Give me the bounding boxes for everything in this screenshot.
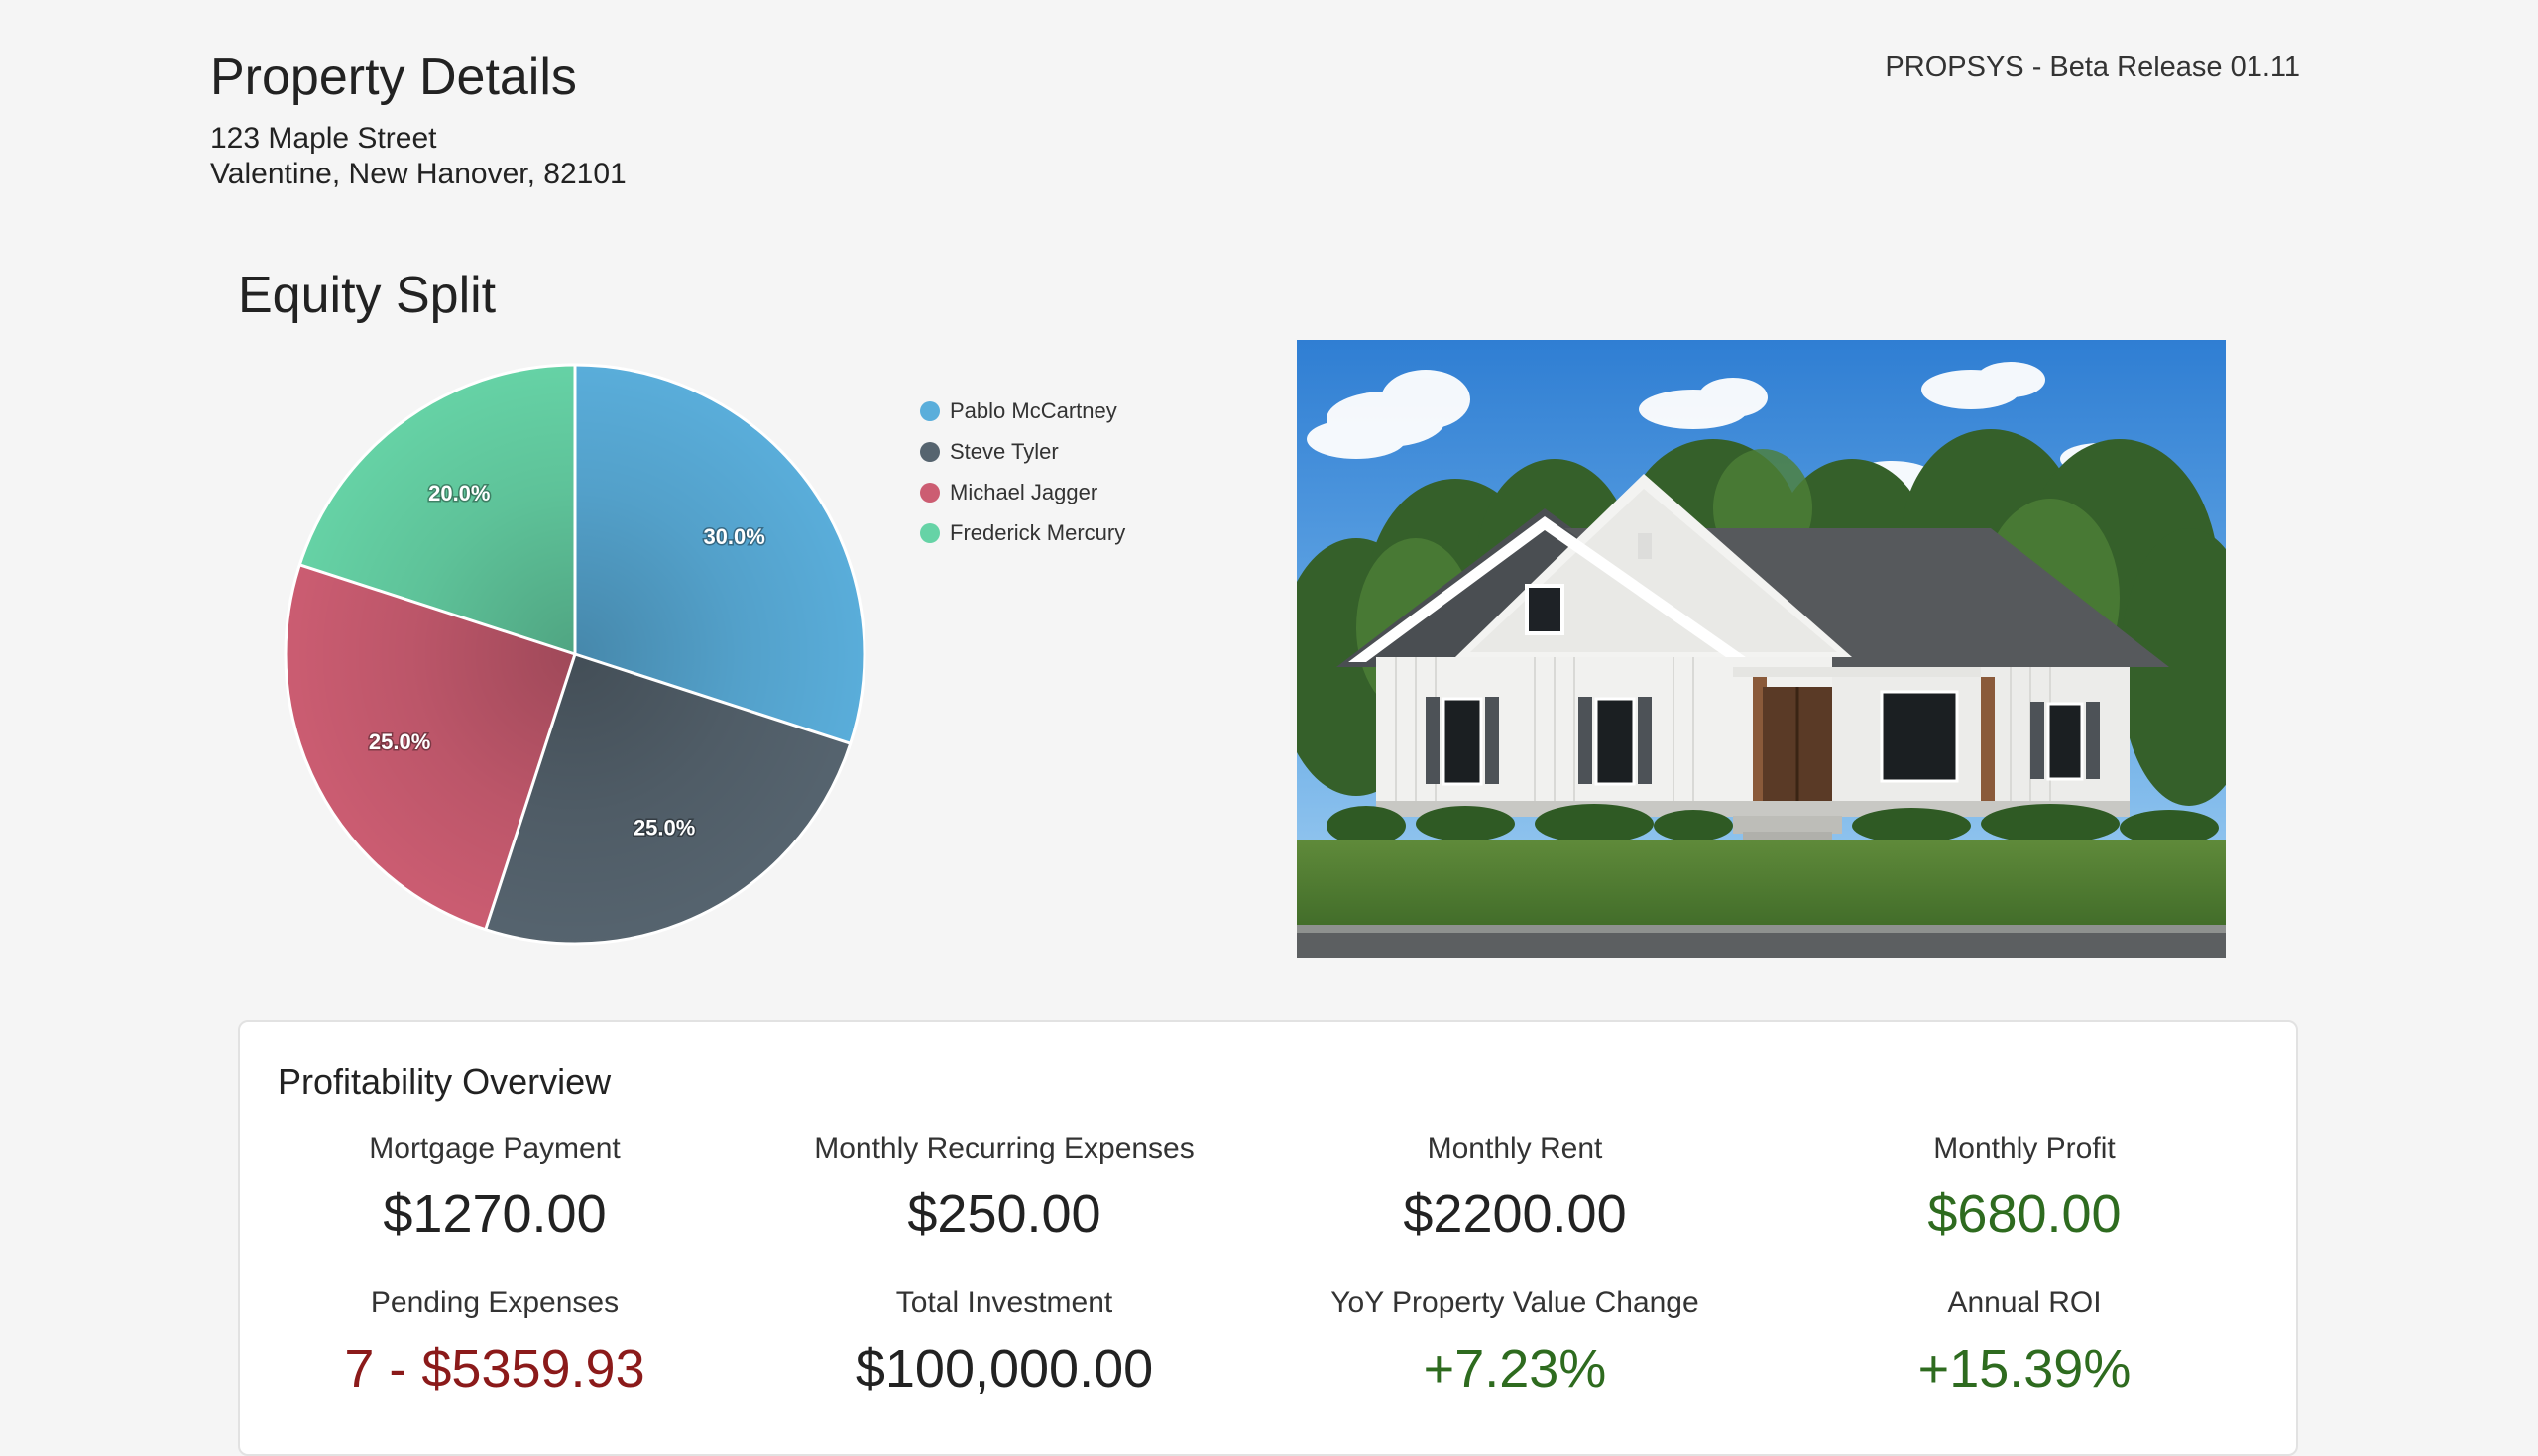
property-address: 123 Maple Street Valentine, New Hanover,… (210, 121, 627, 192)
legend-swatch (920, 522, 940, 543)
metric-label: Mortgage Payment (369, 1132, 621, 1165)
metric-value: $100,000.00 (855, 1339, 1154, 1399)
legend-label: Pablo McCartney (950, 397, 1117, 423)
metric-pending-expenses[interactable]: Pending Expenses 7 - $5359.93 (240, 1284, 750, 1400)
legend-swatch (920, 441, 940, 462)
metric-value: $680.00 (1927, 1184, 2122, 1244)
address-line-2: Valentine, New Hanover, 82101 (210, 158, 627, 190)
metric-monthly-profit: Monthly Profit $680.00 (1770, 1129, 2279, 1246)
metric-yoy-property-value-change: YoY Property Value Change +7.23% (1260, 1284, 1770, 1400)
legend-item[interactable]: Pablo McCartney (920, 391, 1125, 431)
page-title: Property Details (210, 49, 577, 106)
pie-slice-label: 25.0% (369, 729, 430, 754)
pie-slice-label: 30.0% (703, 524, 764, 549)
house-photo-icon (1297, 340, 2226, 958)
property-photo (1297, 340, 2226, 958)
legend-item[interactable]: Frederick Mercury (920, 512, 1125, 553)
profitability-overview-title: Profitability Overview (278, 1062, 612, 1102)
metric-value: 7 - $5359.93 (344, 1339, 645, 1399)
metric-label: Monthly Recurring Expenses (814, 1132, 1195, 1165)
address-line-1: 123 Maple Street (210, 122, 437, 155)
legend-swatch (920, 482, 940, 503)
metric-label: Annual ROI (1947, 1287, 2102, 1319)
metric-monthly-rent: Monthly Rent $2200.00 (1260, 1129, 1770, 1246)
chart-legend: Pablo McCartney Steve Tyler Michael Jagger… (920, 391, 1125, 553)
legend-item[interactable]: Michael Jagger (920, 472, 1125, 512)
metric-label: Pending Expenses (370, 1287, 620, 1319)
equity-pie-chart: 30.0% 25.0% 25.0% 20.0% (284, 363, 866, 946)
metric-mortgage-payment: Mortgage Payment $1270.00 (240, 1129, 750, 1246)
metric-label: Monthly Profit (1933, 1132, 2116, 1165)
legend-label: Steve Tyler (950, 438, 1059, 464)
metric-total-investment: Total Investment $100,000.00 (750, 1284, 1259, 1400)
legend-item[interactable]: Steve Tyler (920, 431, 1125, 472)
metric-value: $1270.00 (383, 1184, 607, 1244)
metric-label: YoY Property Value Change (1330, 1287, 1699, 1319)
metric-value: +15.39% (1917, 1339, 2132, 1399)
pie-slice-label: 25.0% (634, 816, 695, 840)
metric-monthly-recurring-expenses: Monthly Recurring Expenses $250.00 (750, 1129, 1259, 1246)
legend-label: Frederick Mercury (950, 519, 1126, 545)
metric-annual-roi: Annual ROI +15.39% (1770, 1284, 2279, 1400)
pie-slice-label: 20.0% (428, 481, 490, 505)
profitability-overview-card: Profitability Overview Mortgage Payment … (238, 1020, 2298, 1456)
metric-value: +7.23% (1423, 1339, 1607, 1399)
metric-value: $250.00 (907, 1184, 1101, 1244)
metric-label: Monthly Rent (1427, 1132, 1603, 1165)
metric-label: Total Investment (895, 1287, 1113, 1319)
legend-swatch (920, 400, 940, 421)
legend-label: Michael Jagger (950, 479, 1098, 504)
metric-value: $2200.00 (1403, 1184, 1627, 1244)
equity-split-title: Equity Split (238, 267, 497, 324)
release-label: PROPSYS - Beta Release 01.11 (1885, 52, 2300, 83)
